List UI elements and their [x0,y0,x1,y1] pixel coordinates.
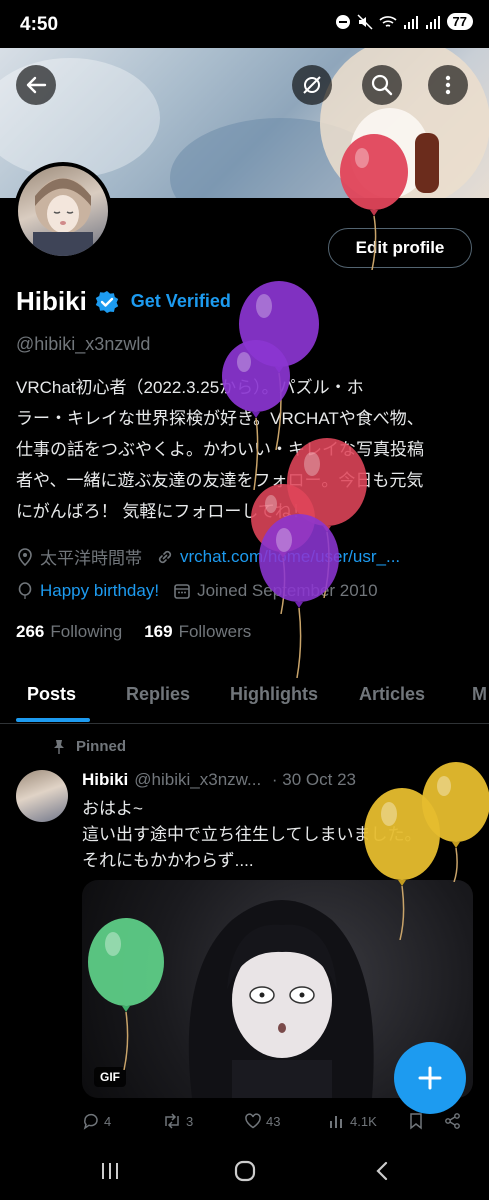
heart-icon [245,1113,261,1129]
tweet-author-name[interactable]: Hibiki [82,770,128,789]
repost-button[interactable]: 3 [162,1112,244,1130]
bookmark-button[interactable] [408,1112,444,1130]
status-icons: 77 [335,13,473,30]
pinned-indicator: Pinned [52,738,126,755]
like-button[interactable]: 43 [244,1112,328,1130]
wifi-icon [378,15,397,27]
reply-count: 4 [104,1113,112,1129]
more-button[interactable] [428,65,468,105]
gif-badge: GIF [94,1067,126,1087]
tab-posts[interactable]: Posts [27,684,76,705]
profile-handle: @hibiki_x3nzwld [16,334,151,354]
repost-count: 3 [186,1113,194,1129]
reply-button[interactable]: 4 [82,1112,162,1130]
status-bar: 4:50 77 [0,0,489,48]
balloon-red-1 [340,134,408,270]
location-text: 太平洋時間帯 [40,549,142,568]
followers-count: 169 [144,622,173,641]
repost-icon [165,1113,179,1129]
followers-stat[interactable]: 169 Followers [144,622,251,642]
search-icon [371,74,393,96]
more-vertical-icon [445,75,451,95]
share-button[interactable] [444,1112,462,1130]
verified-badge-icon [95,290,118,313]
chevron-left-icon [376,1161,388,1181]
bookmark-icon [410,1113,422,1130]
recent-apps-icon [102,1163,118,1179]
calendar-icon [173,582,191,600]
home-icon [234,1160,256,1182]
link-icon [156,548,174,566]
back-button[interactable] [16,65,56,105]
signal-icon [403,15,418,29]
followers-label: Followers [178,622,252,641]
tweet-author-handle: @hibiki_x3nzw... [134,770,262,789]
birthday-link[interactable]: Happy birthday! [40,581,159,601]
views-icon [330,1116,342,1128]
following-stat[interactable]: 266 Following [16,622,122,642]
status-time: 4:50 [20,14,59,35]
system-back-button[interactable] [362,1156,402,1186]
signal-icon-2 [425,15,440,29]
location-pin-icon [16,547,34,566]
search-button[interactable] [362,65,402,105]
plus-icon [418,1066,442,1090]
tweet-avatar[interactable] [16,770,68,822]
get-verified-link[interactable]: Get Verified [131,291,231,312]
battery-indicator: 77 [446,13,473,30]
system-nav-bar [0,1140,489,1200]
arrow-left-icon [26,76,47,94]
tab-replies[interactable]: Replies [126,684,190,705]
active-tab-indicator [16,718,90,722]
views-button[interactable]: 4.1K [328,1112,408,1130]
following-count: 266 [16,622,45,641]
avatar-illustration [33,178,93,256]
tab-articles[interactable]: Articles [359,684,425,705]
like-count: 43 [266,1113,281,1129]
avatar[interactable] [14,162,112,260]
balloon-icon [16,582,34,600]
pin-icon [54,739,64,754]
tweet-date: · 30 Oct 23 [271,770,357,789]
tweet-header: Hibiki @hibiki_x3nzw... · 30 Oct 23 [82,770,356,790]
balloon-purple-3 [259,514,339,678]
tab-more[interactable]: M [472,684,487,705]
pinned-label: Pinned [76,738,127,755]
dnd-icon [335,14,350,29]
following-label: Following [50,622,123,641]
tab-highlights[interactable]: Highlights [230,684,318,705]
reply-icon [83,1113,98,1130]
mute-icon [357,13,373,30]
tweet-actions: 4 3 43 4.1K [82,1112,472,1130]
home-button[interactable] [225,1156,265,1186]
follow-stats: 266 Following 169 Followers [16,622,251,642]
bio-line: にがんばろ！ 気軽にフォローしてね！ [16,502,309,521]
share-icon [445,1113,460,1129]
profile-tabs: Posts Replies Highlights Articles M [0,668,489,724]
views-count: 4.1K [350,1113,377,1129]
balloon-yellow-2 [364,788,440,940]
recent-apps-button[interactable] [90,1156,130,1186]
name-row: Hibiki Get Verified [16,286,231,317]
compose-button[interactable] [394,1042,466,1114]
balloon-green-1 [88,918,164,1070]
tag-off-icon [303,76,321,94]
tag-off-button[interactable] [292,65,332,105]
display-name: Hibiki [16,286,87,316]
